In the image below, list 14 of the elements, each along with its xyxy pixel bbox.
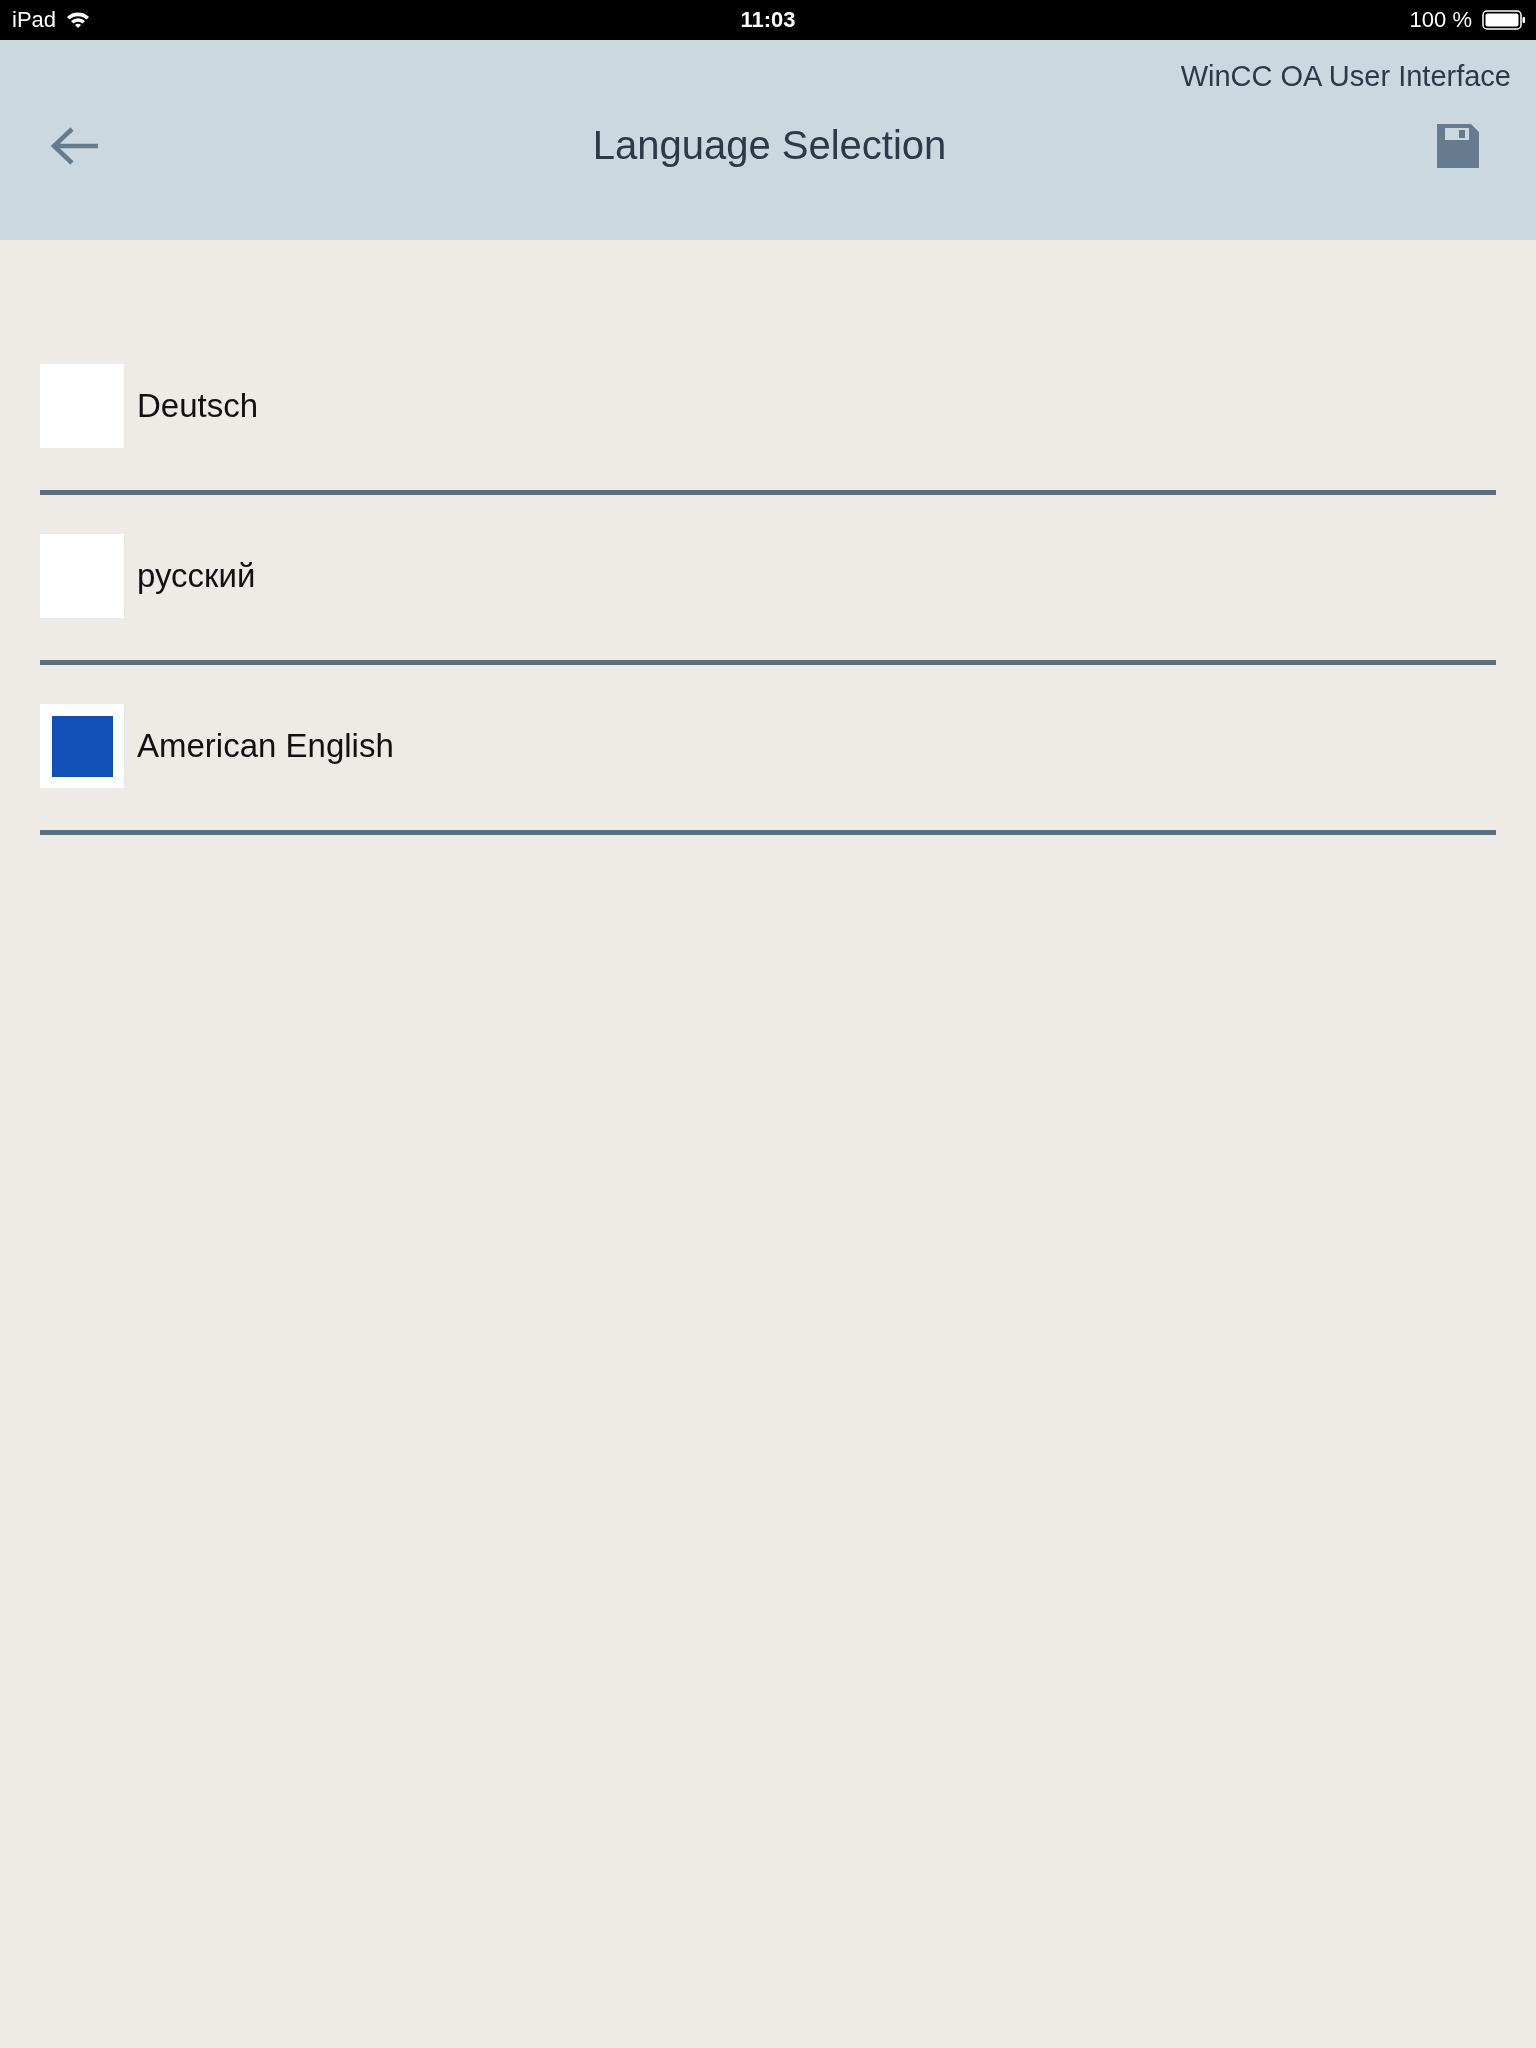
device-name: iPad (12, 7, 57, 33)
clock-time: 11:03 (740, 7, 796, 33)
battery-percent: 100 % (1409, 7, 1472, 33)
checkbox[interactable] (40, 704, 124, 788)
save-icon[interactable] (1437, 123, 1479, 168)
wifi-icon (66, 11, 91, 29)
checkbox[interactable] (40, 364, 124, 448)
battery-icon (1482, 10, 1526, 30)
language-label[interactable]: русский (137, 557, 256, 595)
language-label[interactable]: Deutsch (137, 387, 259, 425)
page-title: Language Selection (592, 123, 947, 168)
checkbox[interactable] (40, 534, 124, 618)
app-name: WinCC OA User Interface (1180, 60, 1511, 93)
language-label[interactable]: American English (137, 727, 394, 765)
